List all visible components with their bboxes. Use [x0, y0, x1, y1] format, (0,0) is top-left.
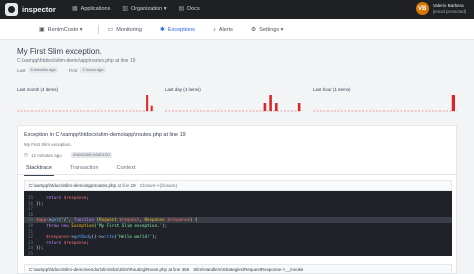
top-nav-label: Organization ▾ [131, 5, 167, 12]
app-selector-label: RentmCosto ▾ [47, 26, 83, 33]
brand-name: inspector [22, 5, 56, 14]
top-nav-docs[interactable]: ▤ Docs [178, 5, 200, 13]
bug-icon: ✱ [159, 27, 165, 33]
chart-title: Last day (4 items) [165, 87, 201, 92]
user-info: Valerio Barbera [email protected] [433, 3, 466, 15]
chart-bar [269, 95, 272, 111]
user-email: [email protected] [432, 8, 466, 14]
app-selector[interactable]: ▣ RentmCosto ▾ [30, 25, 92, 34]
top-nav-label: Applications [80, 5, 111, 12]
top-nav: ▦ Applications ▥ Organization ▾ ▤ Docs [72, 5, 200, 13]
top-bar: inspector ▦ Applications ▥ Organization … [0, 0, 474, 19]
inspector-logo-icon [5, 3, 18, 16]
frame-line: 19 [130, 183, 136, 188]
last-label: Last [17, 67, 26, 73]
book-icon: ▤ [178, 6, 185, 12]
line-number: 25 [27, 251, 33, 256]
chart-last-hour: Last hour (1 items) [313, 87, 457, 113]
user-name: Valerio Barbera [432, 2, 464, 8]
stack-frame-header[interactable]: C:\xampp\htdocs\slim-demo\vendor\slim\sl… [24, 264, 452, 274]
frame-line: 356 [181, 267, 190, 272]
frame-path: C:\xampp\htdocs\slim-demo\vendor\slim\sl… [29, 267, 168, 272]
exception-path: C:\xampp\htdocs\slim-demo\app\routes.php… [17, 58, 136, 64]
grid-icon: ▦ [72, 6, 78, 12]
top-nav-label: Docs [187, 5, 200, 12]
clock-icon: ◷ [24, 152, 28, 157]
tab-settings[interactable]: ⚙ Settings ▾ [242, 25, 293, 34]
tab-label: Alerts [218, 26, 233, 33]
chart-bar [275, 103, 278, 111]
building-icon: ▥ [122, 6, 129, 12]
server-icon: ▣ [39, 27, 45, 33]
handled-badge: UNKNOWN HANDLED [70, 152, 112, 158]
frame-closure: Slim\Handlers\Strategies\RequestResponse… [193, 267, 304, 272]
code-snippet: 15 return $response; 16}); 17 18 19 $app->get… [24, 191, 452, 256]
chart-last-month: Last month (4 items) [17, 87, 154, 113]
exception-meta: Last 8 minutes ago First 3 hours ago [17, 67, 106, 73]
tab-exceptions[interactable]: ✱ Exceptions [151, 25, 204, 34]
chart-bar [150, 105, 153, 111]
last-seen-badge: 8 minutes ago [28, 67, 58, 73]
avatar[interactable]: VB [415, 2, 429, 15]
bell-icon: ♪ [212, 26, 216, 33]
exception-card: Exception in C:\xampp\htdocs\slim-demo\a… [17, 125, 458, 274]
frame-path: C:\xampp\htdocs\slim-demo\app\routes.php [29, 183, 117, 188]
chart-title: Last hour (1 items) [313, 87, 351, 92]
exception-time: ◷ 12 minutes ago UNKNOWN HANDLED [24, 152, 112, 158]
tab-alerts[interactable]: ♪ Alerts [204, 25, 242, 34]
code-line: 25 [24, 251, 452, 257]
brand[interactable]: inspector [5, 3, 56, 16]
exception-label: Exception [24, 132, 49, 138]
frame-at: at line [168, 267, 181, 272]
chart-last-day: Last day (4 items) [165, 87, 302, 113]
exception-message: My First Slim exception. [24, 142, 72, 147]
tab-monitoring[interactable]: ▭ Monitoring [99, 25, 151, 34]
exception-time-text: 12 minutes ago [30, 152, 62, 158]
first-label: First [68, 67, 78, 73]
tab-label: Monitoring [116, 26, 142, 33]
top-nav-applications[interactable]: ▦ Applications [72, 5, 111, 13]
monitor-icon: ▭ [107, 27, 114, 33]
chart-bar [146, 95, 149, 111]
tab-label: Exceptions [167, 26, 195, 33]
chart-bar [263, 103, 267, 111]
first-seen-badge: 3 hours ago [80, 67, 106, 73]
chart-bar [297, 103, 301, 111]
user-menu[interactable]: VB Valerio Barbera [email protected] [415, 2, 466, 15]
tab-label: Settings ▾ [259, 26, 284, 33]
occurrence-charts: Last month (4 items) Last day (4 items) … [17, 87, 457, 113]
chart-bar [451, 95, 456, 111]
page-title: My First Slim exception. [17, 47, 102, 56]
gear-icon: ⚙ [250, 27, 257, 33]
app-nav: ▣ RentmCosto ▾ ▭ Monitoring ✱ Exceptions… [0, 19, 474, 40]
chart-plot [17, 95, 154, 112]
chart-plot [165, 95, 302, 112]
stack-frame-header[interactable]: C:\xampp\htdocs\slim-demo\app\routes.php… [24, 180, 452, 191]
chart-plot [313, 95, 457, 112]
frame-closure: Closure->{closure} [139, 183, 178, 188]
tabs-divider [18, 174, 458, 175]
frame-at: at line [117, 183, 130, 188]
top-nav-organization[interactable]: ▥ Organization ▾ [122, 5, 167, 13]
chart-title: Last month (4 items) [17, 87, 59, 92]
exception-location: in C:\xampp\htdocs\slim-demo\app\routes.… [49, 132, 186, 138]
exception-heading: Exception in C:\xampp\htdocs\slim-demo\a… [24, 132, 186, 138]
